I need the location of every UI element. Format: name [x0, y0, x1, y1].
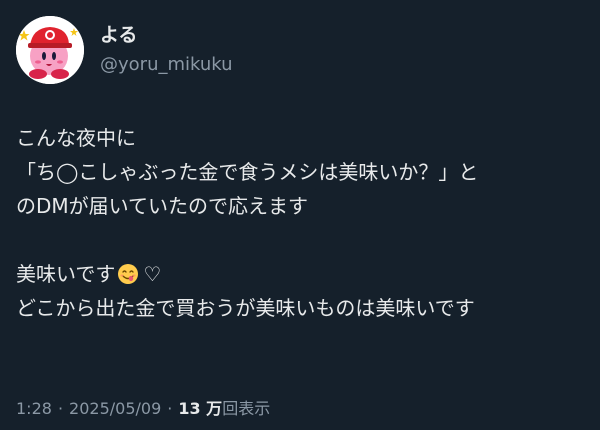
user-handle[interactable]: @yoru_mikuku: [100, 56, 233, 74]
views-label: 回表示: [222, 399, 271, 418]
tweet-line: 美味いです: [16, 262, 116, 286]
tweet-line: こんな夜中に: [16, 126, 136, 150]
tweet-line: 「ち◯こしゃぶった金で食うメシは美味いか？」と: [16, 160, 479, 184]
heart-icon: ♡: [143, 262, 162, 286]
tweet-date[interactable]: 2025/05/09: [69, 399, 161, 418]
user-names: よる @yoru_mikuku: [100, 26, 233, 74]
tweet-meta: 1:28 · 2025/05/09 · 13 万回表示: [16, 395, 270, 419]
tweet-text: こんな夜中に 「ち◯こしゃぶった金で食うメシは美味いか？」と のDMが届いていた…: [16, 121, 588, 325]
tweet-line-with-emoji: 美味いです ♡: [16, 257, 588, 291]
tweet-header: よる @yoru_mikuku: [16, 16, 233, 86]
separator: ·: [167, 399, 173, 418]
tweet-card: よる @yoru_mikuku こんな夜中に 「ち◯こしゃぶった金で食うメシは美…: [0, 0, 600, 430]
avatar[interactable]: [16, 16, 84, 84]
views-count[interactable]: 13 万: [178, 399, 222, 418]
yum-face-icon: [118, 264, 139, 284]
display-name[interactable]: よる: [100, 26, 233, 52]
kirby-mario-cap-avatar-icon: [16, 16, 84, 84]
tweet-line: どこから出た金で買おうが美味いものは美味いです: [16, 296, 475, 320]
tweet-line: のDMが届いていたので応えます: [16, 194, 309, 218]
separator: ·: [57, 399, 64, 418]
tweet-time[interactable]: 1:28: [16, 399, 52, 418]
